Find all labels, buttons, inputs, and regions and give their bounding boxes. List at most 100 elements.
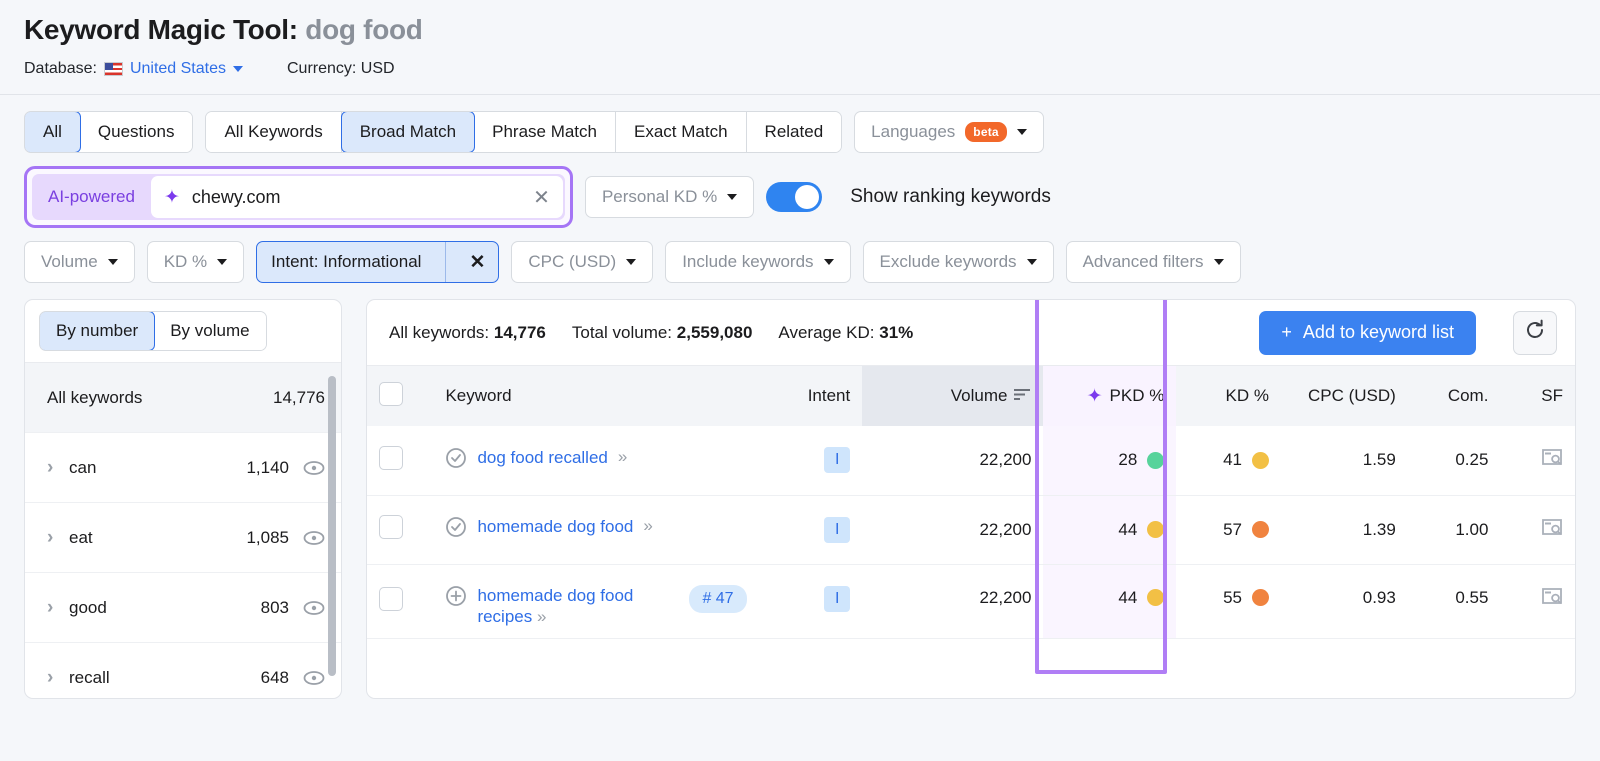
table-row[interactable]: homemade dog food » I 22,200 44 57 1.39 … (367, 495, 1575, 565)
row-select-cell (367, 564, 434, 639)
tab-broad-match[interactable]: Broad Match (340, 112, 476, 152)
tab-related[interactable]: Related (746, 112, 842, 152)
sidebar-by-volume[interactable]: By volume (154, 312, 266, 350)
tab-exact-match[interactable]: Exact Match (616, 112, 747, 152)
double-chevron-icon[interactable]: » (643, 516, 653, 536)
refresh-button[interactable] (1513, 310, 1557, 355)
row-intent-cell: I (765, 495, 863, 565)
column-com[interactable]: Com. (1407, 366, 1501, 426)
filter-cpc[interactable]: CPC (USD) (511, 241, 654, 283)
domain-input-wrapper[interactable]: ✦ chewy.com ✕ (150, 176, 563, 218)
row-sf-cell (1500, 426, 1575, 496)
table-body: dog food recalled » I 22,200 28 41 1.59 … (367, 426, 1575, 639)
serp-feature-icon[interactable] (1541, 448, 1563, 472)
tab-phrase-match[interactable]: Phrase Match (474, 112, 616, 152)
filter-volume[interactable]: Volume (24, 241, 135, 283)
eye-icon[interactable] (303, 670, 325, 685)
chevron-down-icon[interactable] (626, 259, 637, 265)
column-volume-label: Volume (950, 386, 1008, 405)
row-checkbox[interactable] (379, 586, 403, 611)
sidebar-all-label: All keywords (47, 387, 143, 407)
keyword-text[interactable]: dog food recalled (477, 447, 607, 468)
table-row[interactable]: dog food recalled » I 22,200 28 41 1.59 … (367, 426, 1575, 496)
intent-badge[interactable]: I (824, 585, 851, 612)
column-kd[interactable]: KD % (1176, 366, 1281, 426)
row-com-cell: 0.25 (1407, 426, 1501, 496)
sidebar-item-count: 803 (260, 597, 289, 617)
filter-intent[interactable]: Intent: Informational ✕ (256, 241, 500, 283)
match-tabs-row: All Questions All Keywords Broad Match P… (24, 111, 1576, 153)
remove-intent-filter-icon[interactable]: ✕ (456, 251, 498, 274)
table-row[interactable]: homemade dog food recipes » # 47 I 22,20… (367, 564, 1575, 639)
chevron-down-icon[interactable] (107, 259, 118, 265)
filter-advanced[interactable]: Advanced filters (1065, 241, 1241, 283)
keyword-text[interactable]: homemade dog food recipes (477, 586, 633, 626)
sort-descending-icon[interactable] (1014, 386, 1031, 406)
sidebar-item-all-keywords[interactable]: All keywords 14,776 (25, 363, 341, 433)
chevron-down-icon[interactable] (1213, 259, 1224, 265)
double-chevron-icon[interactable]: » (618, 447, 628, 467)
intent-badge[interactable]: I (824, 516, 851, 543)
add-to-keyword-list-button[interactable]: + Add to keyword list (1259, 310, 1476, 355)
chevron-down-icon[interactable] (1026, 259, 1037, 265)
sidebar-item-can[interactable]: › can 1,140 (25, 433, 341, 503)
summary-average-kd-label: Average KD: (778, 322, 875, 342)
column-cpc[interactable]: CPC (USD) (1281, 366, 1408, 426)
sidebar-item-good[interactable]: › good 803 (25, 573, 341, 643)
serp-feature-icon[interactable] (1541, 518, 1563, 542)
column-volume[interactable]: Volume (862, 366, 1044, 426)
double-chevron-icon[interactable]: » (537, 607, 547, 626)
eye-icon[interactable] (303, 600, 325, 615)
keyword-text[interactable]: homemade dog food (477, 516, 633, 537)
kd-value-wrap: 55 (1223, 588, 1269, 608)
row-checkbox[interactable] (379, 515, 403, 539)
eye-icon[interactable] (303, 530, 325, 545)
sidebar-item-eat[interactable]: › eat 1,085 (25, 503, 341, 573)
show-ranking-keywords-toggle[interactable] (766, 182, 823, 212)
chevron-down-icon[interactable] (1016, 129, 1027, 135)
chevron-down-icon[interactable] (727, 194, 738, 200)
serp-feature-icon[interactable] (1541, 587, 1563, 611)
domain-input-value[interactable]: chewy.com (192, 187, 521, 208)
chevron-right-icon[interactable]: › (47, 667, 69, 689)
column-pkd[interactable]: ✦ PKD % (1043, 366, 1177, 426)
row-cpc-cell: 1.59 (1281, 426, 1408, 496)
chevron-down-icon[interactable] (217, 259, 228, 265)
database-value[interactable]: United States (130, 60, 226, 78)
filter-exclude-keywords[interactable]: Exclude keywords (862, 241, 1054, 283)
sidebar-scrollbar[interactable] (328, 376, 336, 676)
chevron-right-icon[interactable]: › (47, 457, 69, 479)
select-all-checkbox[interactable] (379, 381, 403, 406)
chevron-right-icon[interactable]: › (47, 597, 69, 619)
tab-questions[interactable]: Questions (79, 112, 193, 152)
row-select-cell (367, 426, 434, 496)
filter-kd[interactable]: KD % (146, 241, 245, 283)
database-selector[interactable]: Database: United States (24, 60, 243, 78)
sparkle-icon: ✦ (1086, 385, 1103, 407)
chevron-down-icon[interactable] (233, 66, 243, 72)
row-pkd-cell: 44 (1043, 495, 1177, 565)
column-keyword[interactable]: Keyword (433, 366, 766, 426)
column-sf[interactable]: SF (1500, 366, 1575, 426)
tab-all-keywords[interactable]: All Keywords (206, 112, 342, 152)
languages-dropdown[interactable]: Languages beta (854, 111, 1044, 153)
chevron-down-icon[interactable] (823, 259, 834, 265)
sidebar-by-number[interactable]: By number (39, 312, 156, 350)
summary-total-volume-value: 2,559,080 (676, 322, 753, 342)
column-intent[interactable]: Intent (765, 366, 863, 426)
row-checkbox[interactable] (379, 445, 403, 470)
tab-all[interactable]: All (25, 112, 81, 152)
clear-domain-icon[interactable]: ✕ (533, 185, 550, 210)
chevron-right-icon[interactable]: › (47, 527, 69, 549)
eye-icon[interactable] (303, 460, 325, 475)
intent-badge[interactable]: I (824, 447, 851, 474)
row-volume-cell: 22,200 (862, 495, 1044, 565)
kd-value: 41 (1223, 450, 1242, 470)
keyword-link-wrap[interactable]: homemade dog food recipes » # 47 (445, 584, 753, 628)
filter-include-keywords[interactable]: Include keywords (665, 241, 851, 283)
keyword-link-wrap[interactable]: dog food recalled » (445, 447, 753, 474)
sidebar-item-count: 1,140 (246, 457, 289, 477)
sidebar-item-recall[interactable]: › recall 648 (25, 643, 341, 698)
keyword-link-wrap[interactable]: homemade dog food » (445, 516, 753, 543)
personal-kd-dropdown[interactable]: Personal KD % (584, 176, 755, 218)
